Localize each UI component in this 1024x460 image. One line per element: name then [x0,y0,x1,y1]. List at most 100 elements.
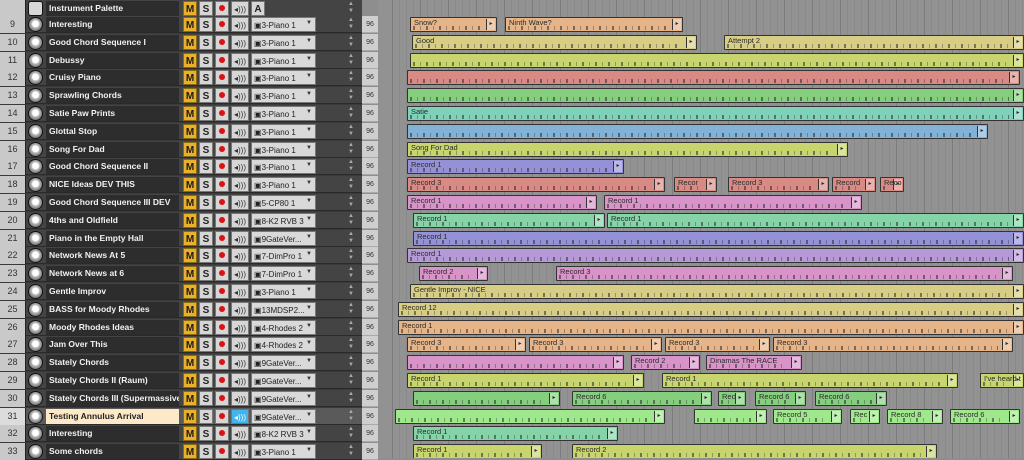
track-row[interactable]: 10 Good Chord Sequence I M S ◂))) ▣3-Pia… [0,34,362,51]
record-arm-button[interactable] [215,391,229,406]
volume-stepper-icon[interactable]: ▲ ▼ [347,17,355,32]
solo-button[interactable]: S [199,337,213,352]
track-row[interactable]: 13 Sprawling Chords M S ◂))) ▣3-Piano 1 … [0,87,362,104]
record-arm-button[interactable] [215,70,229,85]
loop-handle-icon[interactable]: ▸ [613,161,622,172]
midi-clip[interactable]: Record 1 ▸ [407,195,597,210]
midi-clip[interactable]: Good ▸ [412,35,697,50]
chevron-down-icon[interactable]: ▼ [306,145,312,151]
track-type-icon[interactable] [29,71,42,84]
midi-clip[interactable]: ▸ [407,70,1020,85]
midi-clip[interactable]: Satie ▸ [407,106,1024,121]
track-row[interactable]: 9 Interesting M S ◂))) ▣3-Piano 1 ▼ ▲ ▼ [0,16,362,33]
track-name[interactable]: 4ths and Oldfield [46,213,179,228]
track-name[interactable]: Some chords [46,444,179,459]
track-row[interactable]: 14 Satie Paw Prints M S ◂))) ▣3-Piano 1 … [0,105,362,122]
midi-clip[interactable]: Record 1 ▸ [398,320,1024,335]
record-arm-button[interactable] [215,88,229,103]
loop-handle-icon[interactable]: ▸ [549,393,558,404]
volume-stepper-icon[interactable]: ▲ ▼ [347,142,355,157]
record-arm-button[interactable] [215,195,229,210]
track-type-icon[interactable] [29,196,42,209]
mute-button[interactable]: M [183,266,197,281]
monitor-button[interactable]: ◂))) [231,88,249,103]
record-arm-button[interactable] [215,159,229,174]
mute-button[interactable]: M [183,337,197,352]
track-type-icon[interactable] [29,232,42,245]
chevron-down-icon[interactable]: ▼ [306,38,312,44]
record-arm-button[interactable] [215,337,229,352]
monitor-button[interactable]: ◂))) [231,177,249,192]
solo-button[interactable]: S [199,177,213,192]
track-name[interactable]: Piano in the Empty Hall [46,231,179,246]
loop-handle-icon[interactable]: ▸ [607,428,616,439]
record-arm-button[interactable] [215,444,229,459]
solo-button[interactable]: S [199,320,213,335]
monitor-button[interactable]: ◂))) [231,70,249,85]
track-name[interactable]: Interesting [46,426,179,441]
midi-clip[interactable]: Reco ▸ [880,177,904,192]
loop-handle-icon[interactable]: ▸ [1013,108,1022,119]
track-name[interactable]: Satie Paw Prints [46,106,179,121]
solo-button[interactable]: S [199,159,213,174]
track-name[interactable]: Good Chord Sequence III DEV [46,195,179,210]
track-name[interactable]: Moody Rhodes Ideas [46,320,179,335]
monitor-button[interactable]: ◂))) [231,231,249,246]
solo-button[interactable]: S [199,35,213,50]
volume-stepper-icon[interactable]: ▲ ▼ [347,337,355,352]
track-row[interactable]: 30 Stately Chords III (Supermassive) M S… [0,390,362,407]
track-name[interactable]: Song For Dad [46,142,179,157]
monitor-button[interactable]: ◂))) [231,391,249,406]
track-row[interactable]: 31 Testing Annulus Arrival M S ◂))) ▣9Ga… [0,408,362,425]
loop-handle-icon[interactable]: ▸ [1013,215,1022,226]
midi-clip[interactable]: I've heard t ▸ [980,373,1024,388]
mute-button[interactable]: M [183,106,197,121]
loop-handle-icon[interactable]: ▸ [706,179,715,190]
volume-stepper-icon[interactable]: ▲ ▼ [347,159,355,174]
record-arm-button[interactable] [215,35,229,50]
loop-handle-icon[interactable]: ▸ [977,126,986,137]
volume-stepper-icon[interactable]: ▲ ▼ [347,302,355,317]
loop-handle-icon[interactable]: ▸ [869,411,878,422]
midi-clip[interactable]: Record 1 ▸ [604,195,862,210]
midi-clip[interactable]: Record 8 ▸ [887,409,943,424]
track-name[interactable]: Gentle Improv [46,284,179,299]
track-type-icon[interactable] [29,285,42,298]
track-type-icon[interactable] [29,267,42,280]
midi-clip[interactable]: Rec ▸ [718,391,746,406]
chevron-down-icon[interactable]: ▼ [306,376,312,382]
midi-clip[interactable]: Record ▸ [832,177,876,192]
record-arm-button[interactable] [215,231,229,246]
midi-clip[interactable]: Record 1 ▸ [413,213,605,228]
track-type-icon[interactable] [29,160,42,173]
track-type-icon[interactable] [29,338,42,351]
mute-button[interactable]: M [183,373,197,388]
solo-button[interactable]: S [199,231,213,246]
monitor-button[interactable]: ◂))) [231,355,249,370]
track-type-icon[interactable] [29,410,42,423]
midi-clip[interactable]: Record 1 ▸ [407,159,624,174]
midi-clip[interactable]: Record 1 ▸ [413,231,1024,246]
track-row[interactable]: 29 Stately Chords II (Raum) M S ◂))) ▣9G… [0,372,362,389]
volume-stepper-icon[interactable]: ▲ ▼ [347,53,355,68]
monitor-button[interactable]: ◂))) [231,302,249,317]
solo-button[interactable]: S [199,444,213,459]
volume-stepper-icon[interactable]: ▲ ▼ [347,106,355,121]
midi-clip[interactable]: Record 5 ▸ [773,409,842,424]
track-row[interactable]: 33 Some chords M S ◂))) ▣3-Piano 1 ▼ ▲ ▼ [0,443,362,460]
loop-handle-icon[interactable]: ▸ [837,144,846,155]
track-name[interactable]: Cruisy Piano [46,70,179,85]
loop-handle-icon[interactable]: ▸ [1013,55,1022,66]
track-name[interactable]: Good Chord Sequence II [46,159,179,174]
chevron-down-icon[interactable]: ▼ [306,323,312,329]
mute-button[interactable]: M [183,444,197,459]
volume-stepper-icon[interactable]: ▲ ▼ [347,426,355,441]
volume-stepper-icon[interactable]: ▲ ▼ [347,266,355,281]
volume-stepper-icon[interactable]: ▲ ▼ [347,248,355,263]
chevron-down-icon[interactable]: ▼ [306,394,312,400]
solo-button[interactable]: S [199,53,213,68]
loop-handle-icon[interactable]: ▸ [477,268,486,279]
track-row[interactable]: 15 Glottal Stop M S ◂))) ▣3-Piano 1 ▼ ▲ ▼ [0,123,362,140]
loop-handle-icon[interactable]: ▸ [756,411,765,422]
track-type-icon[interactable] [29,125,42,138]
